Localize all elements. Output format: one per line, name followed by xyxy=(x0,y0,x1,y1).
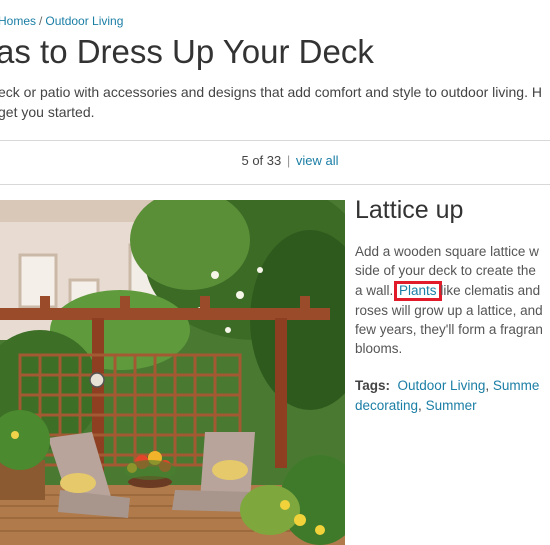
description-line: a wall. Plants like clematis and xyxy=(355,280,550,301)
tags-line-2: decorating, Summer xyxy=(355,396,550,416)
description-line: blooms. xyxy=(355,341,403,357)
breadcrumb-link-outdoor-living[interactable]: Outdoor Living xyxy=(45,14,123,28)
slide-details: Lattice up Add a wooden square lattice w… xyxy=(355,196,550,415)
description-line: Add a wooden square lattice w xyxy=(355,244,539,259)
tags-section: Tags: Outdoor Living, Summe decorating, … xyxy=(355,376,550,415)
tag-link-summer[interactable]: Summer xyxy=(426,398,477,413)
breadcrumb: Homes / Outdoor Living xyxy=(0,14,123,28)
description-text: a wall. xyxy=(355,282,394,298)
slideshow-pager: 5 of 33 | view all xyxy=(0,153,550,168)
tag-link-summer-cut[interactable]: Summe xyxy=(493,378,540,393)
breadcrumb-separator: / xyxy=(39,14,43,28)
view-all-link[interactable]: view all xyxy=(296,153,339,168)
description-line: side of your deck to create the xyxy=(355,263,536,279)
pager-separator: | xyxy=(286,153,291,168)
divider-bottom xyxy=(0,184,550,185)
tags-label: Tags: xyxy=(355,378,391,394)
tag-link-outdoor-living[interactable]: Outdoor Living xyxy=(398,378,486,393)
tag-separator: , xyxy=(418,397,422,413)
intro-line-1: eck or patio with accessories and design… xyxy=(0,84,542,100)
tag-link-decorating[interactable]: decorating xyxy=(355,398,418,413)
slide-description: Add a wooden square lattice w side of yo… xyxy=(355,242,550,358)
slide-photo xyxy=(0,200,345,545)
description-line: few years, they'll form a fragran xyxy=(355,321,543,337)
intro-text: eck or patio with accessories and design… xyxy=(0,82,550,122)
plants-link-highlight: Plants xyxy=(394,280,442,301)
page: Homes / Outdoor Living as to Dress Up Your… xyxy=(0,0,550,545)
description-line: roses will grow up a lattice, and xyxy=(355,302,543,318)
breadcrumb-link-homes[interactable]: Homes xyxy=(0,14,36,28)
description-text: like clematis and xyxy=(440,282,541,298)
divider-top xyxy=(0,140,550,141)
slide-counter: 5 of 33 xyxy=(241,153,282,168)
intro-line-2: get you started. xyxy=(0,104,95,120)
plants-link[interactable]: Plants xyxy=(399,283,437,298)
tags-line-1: Tags: Outdoor Living, Summe xyxy=(355,376,550,396)
deck-scene-illustration xyxy=(0,200,345,545)
tag-separator: , xyxy=(485,378,490,394)
page-title: as to Dress Up Your Deck xyxy=(0,33,374,70)
slide-title: Lattice up xyxy=(355,196,464,224)
